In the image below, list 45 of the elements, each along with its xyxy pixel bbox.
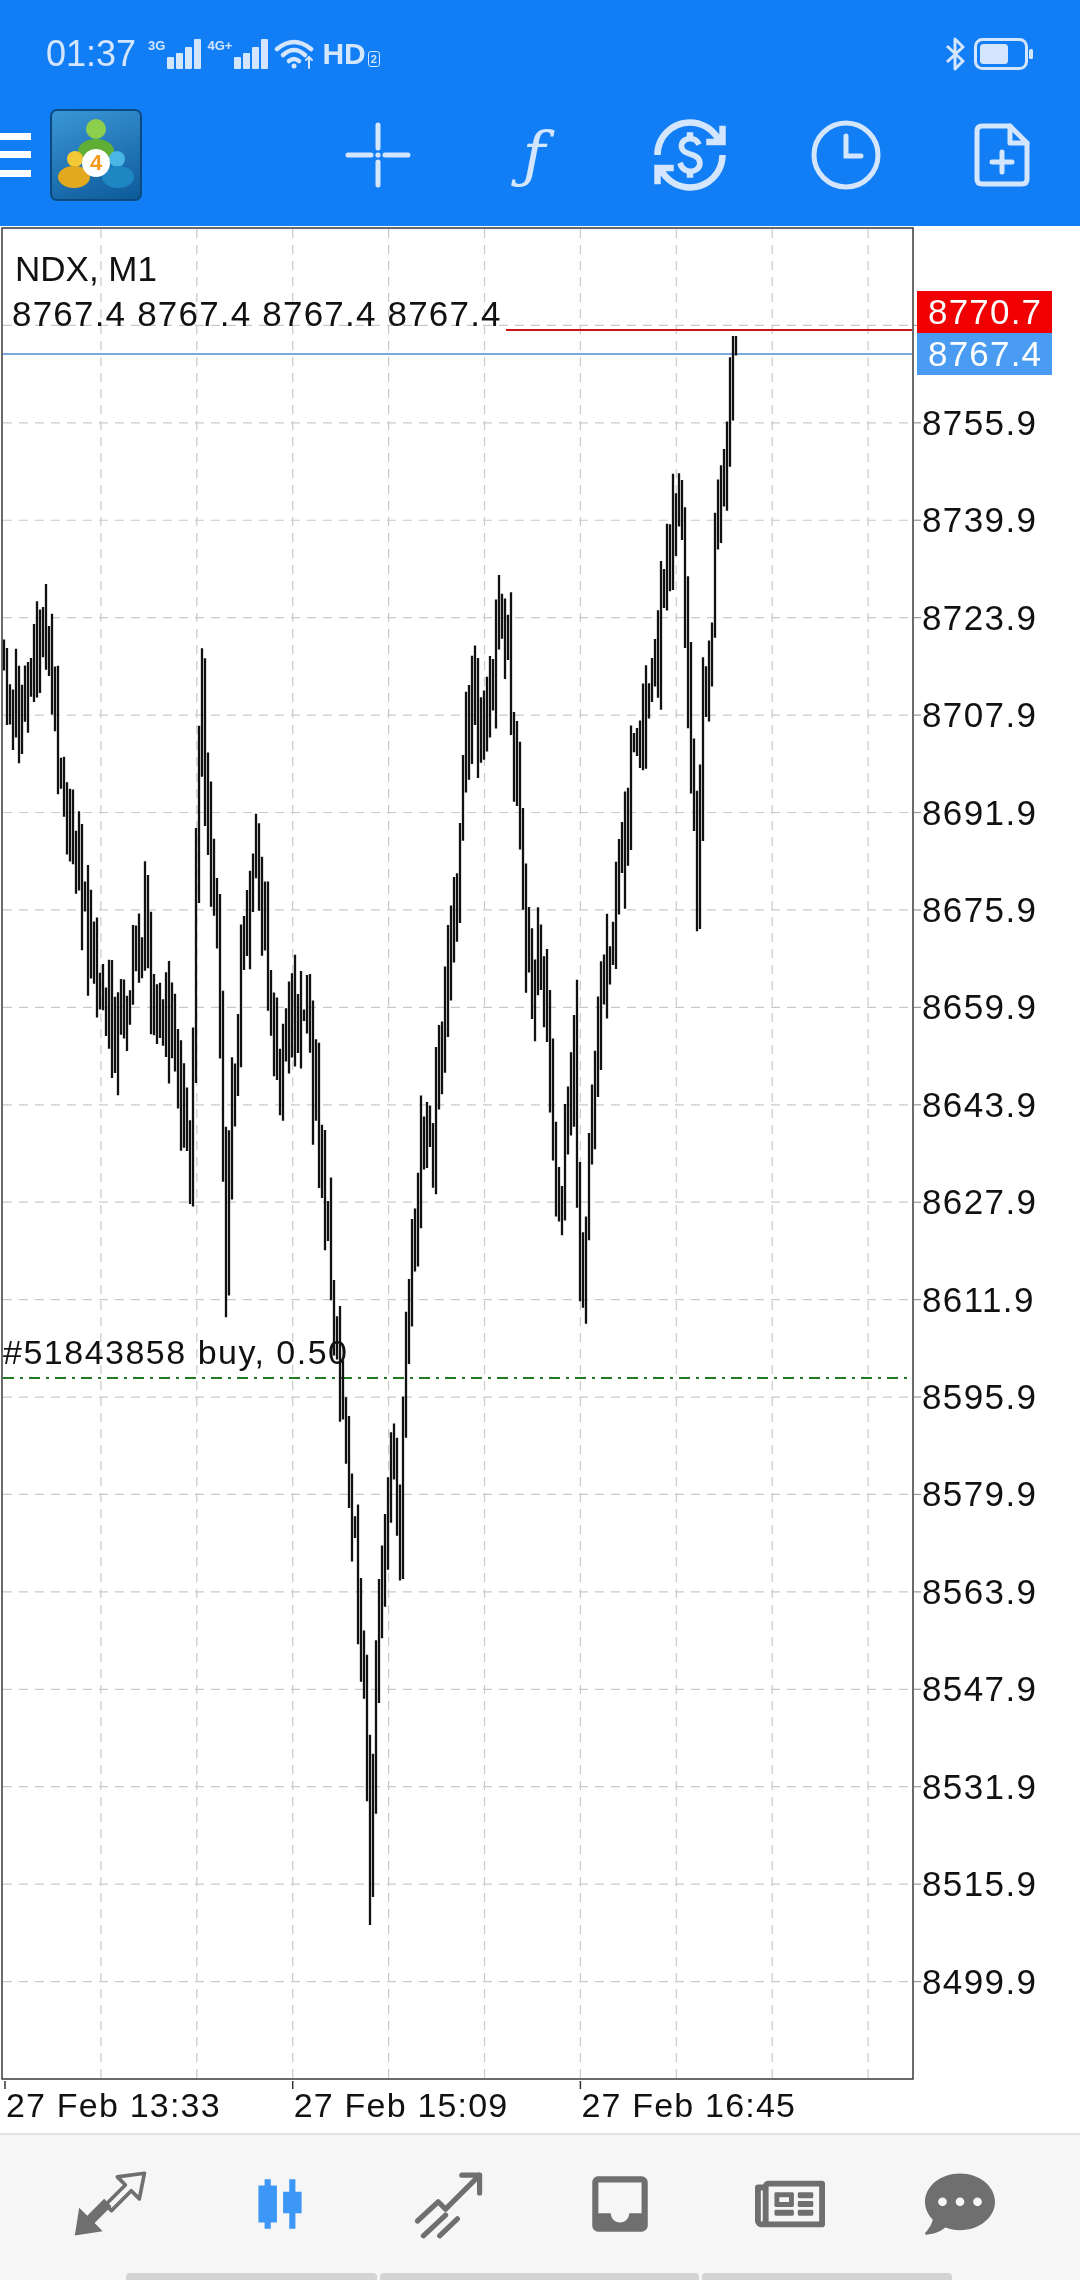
price-axis-label: 8579.9 bbox=[922, 1474, 1038, 1515]
price-axis-label: 8691.9 bbox=[922, 792, 1038, 833]
price-axis-label: 8611.9 bbox=[922, 1279, 1035, 1320]
signal-icon bbox=[234, 38, 269, 69]
indicators-button[interactable]: ƒ bbox=[508, 111, 560, 199]
price-axis-label: 8643.9 bbox=[922, 1084, 1038, 1125]
price-axis-label: 8515.9 bbox=[922, 1864, 1038, 1905]
ask-price-tag: 8770.7 bbox=[917, 291, 1052, 333]
menu-button[interactable] bbox=[0, 133, 31, 177]
diagonal-arrows-icon bbox=[73, 2171, 147, 2237]
price-axis-label: 8707.9 bbox=[922, 695, 1038, 736]
new-chart-button[interactable] bbox=[974, 123, 1030, 187]
crosshair-button[interactable] bbox=[345, 122, 411, 188]
network-type-label: 3G bbox=[148, 38, 166, 52]
price-axis-label: 8675.9 bbox=[922, 889, 1038, 930]
battery-icon bbox=[974, 38, 1034, 70]
timeframe-button[interactable] bbox=[811, 120, 881, 190]
currency-exchange-button[interactable] bbox=[651, 116, 729, 194]
price-axis-label: 8739.9 bbox=[922, 500, 1038, 541]
signal-icon bbox=[167, 38, 202, 69]
menu-icon bbox=[0, 133, 31, 177]
price-axis-label: 8563.9 bbox=[922, 1571, 1038, 1612]
bid-price-tag: 8767.4 bbox=[917, 333, 1052, 375]
crosshair-icon bbox=[345, 122, 411, 188]
time-axis-label: 27 Feb 15:09 bbox=[293, 2085, 509, 2125]
new-document-icon bbox=[974, 123, 1030, 187]
status-time: 01:37 bbox=[46, 36, 137, 72]
price-axis-label: 8627.9 bbox=[922, 1182, 1038, 1223]
clock-icon bbox=[811, 120, 881, 190]
price-axis-label: 8499.9 bbox=[922, 1961, 1038, 2002]
network-type-label: 4G+ bbox=[207, 38, 233, 52]
time-axis-label: 27 Feb 13:33 bbox=[6, 2085, 221, 2125]
price-axis-label: 8723.9 bbox=[922, 597, 1038, 638]
currency-exchange-icon bbox=[651, 116, 729, 194]
time-axis-label: 27 Feb 16:45 bbox=[581, 2085, 797, 2125]
ohlc-values: 8767.4 8767.4 8767.4 8767.4 bbox=[12, 294, 502, 334]
chart-symbol-label: NDX, M1 bbox=[15, 249, 157, 289]
price-axis-label: 8755.9 bbox=[922, 402, 1038, 443]
price-axis-label: 8547.9 bbox=[922, 1669, 1038, 1710]
sim-slot-badge: 2 bbox=[367, 51, 380, 67]
price-axis-label: 8531.9 bbox=[922, 1766, 1038, 1807]
price-axis-label: 8659.9 bbox=[922, 987, 1038, 1028]
price-axis-label: 8595.9 bbox=[922, 1377, 1038, 1418]
hd-label: HD bbox=[322, 39, 366, 69]
bluetooth-icon bbox=[945, 37, 965, 71]
